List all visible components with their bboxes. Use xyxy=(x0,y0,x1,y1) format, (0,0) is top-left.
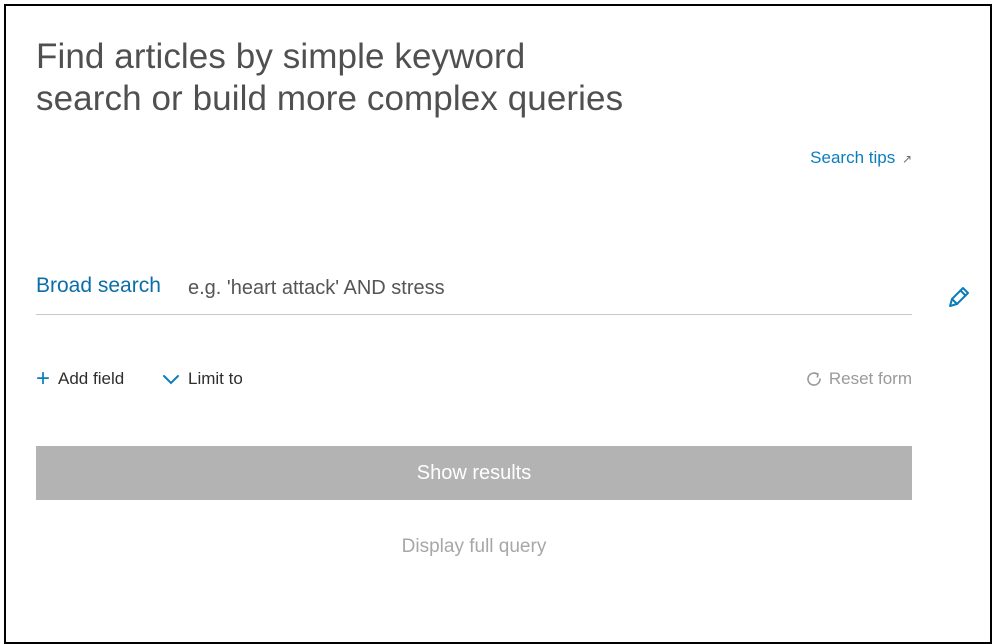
limit-to-button[interactable]: Limit to xyxy=(162,364,243,394)
external-link-icon: ↗ xyxy=(901,152,912,166)
add-field-button[interactable]: + Add field xyxy=(36,364,124,394)
search-tips-link[interactable]: Search tips ↗ xyxy=(810,148,912,168)
limit-to-label: Limit to xyxy=(188,369,243,388)
page-title-line2: search or build more complex queries xyxy=(36,79,624,118)
page-title-line1: Find articles by simple keyword xyxy=(36,37,526,76)
show-results-button[interactable]: Show results xyxy=(36,446,912,500)
broad-search-label: Broad search xyxy=(36,274,161,297)
page-title: Find articles by simple keyword search o… xyxy=(36,36,756,120)
plus-icon: + xyxy=(36,365,51,392)
search-actions-row: + Add field Limit to Reset form xyxy=(36,364,912,394)
broad-search-field: Broad search xyxy=(36,268,912,315)
reset-form-label: Reset form xyxy=(828,369,912,388)
refresh-icon xyxy=(807,372,821,386)
advanced-search-panel: Find articles by simple keyword search o… xyxy=(4,4,992,644)
display-full-query-link[interactable]: Display full query xyxy=(36,536,912,558)
pencil-icon[interactable] xyxy=(946,284,972,310)
add-field-label: Add field xyxy=(58,369,125,388)
chevron-down-icon xyxy=(163,375,179,385)
search-tips-label: Search tips xyxy=(810,148,896,167)
broad-search-input[interactable] xyxy=(188,270,888,306)
reset-form-button[interactable]: Reset form xyxy=(805,364,912,394)
